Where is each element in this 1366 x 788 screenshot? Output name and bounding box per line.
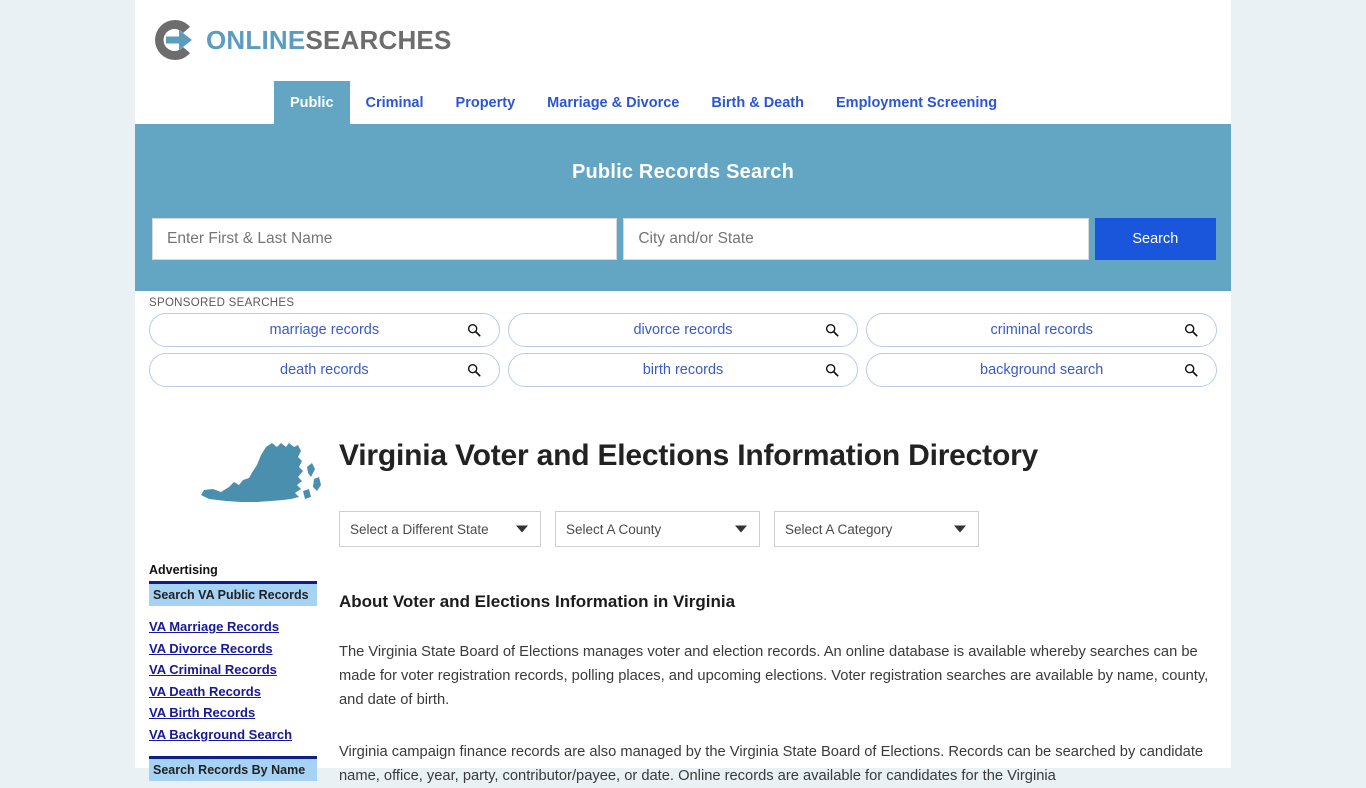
sponsored-pill-criminal-records[interactable]: criminal records <box>866 313 1218 347</box>
select-county-dropdown[interactable]: Select A County <box>555 511 760 547</box>
content-body: Advertising Search VA Public Records VA … <box>135 405 1231 788</box>
main-content: Virginia Voter and Elections Information… <box>325 405 1231 788</box>
page-container: ONLINESEARCHES Public Criminal Property … <box>135 0 1231 784</box>
nav-item-marriage-divorce[interactable]: Marriage & Divorce <box>531 81 695 124</box>
magnifier-icon <box>826 323 839 337</box>
filter-selects: Select a Different State Select A County… <box>339 511 1213 547</box>
logo-word-searches: SEARCHES <box>305 25 452 55</box>
hero-search-banner: Public Records Search Search <box>135 127 1231 291</box>
sponsored-pill-divorce-records[interactable]: divorce records <box>507 313 859 347</box>
select-state-label: Select a Different State <box>350 521 489 537</box>
main-navigation: Public Criminal Property Marriage & Divo… <box>135 81 1231 127</box>
sponsored-pill-label: birth records <box>642 362 724 378</box>
about-paragraph-1: The Virginia State Board of Elections ma… <box>339 644 1209 708</box>
advertising-label: Advertising <box>149 563 218 577</box>
logo-word-online: ONLINE <box>206 25 306 55</box>
sidebar-link-va-birth-records[interactable]: VA Birth Records <box>149 705 317 720</box>
about-paragraph-2: Virginia campaign finance records are al… <box>339 744 1204 784</box>
nav-item-public[interactable]: Public <box>274 81 350 124</box>
page-title: Virginia Voter and Elections Information… <box>339 439 1039 472</box>
select-category-dropdown[interactable]: Select A Category <box>774 511 979 547</box>
sponsored-pill-background-search[interactable]: background search <box>866 353 1218 387</box>
nav-item-property[interactable]: Property <box>440 81 532 124</box>
sidebar-header-search-records-by-name: Search Records By Name <box>149 755 317 781</box>
sponsored-pill-label: divorce records <box>633 322 733 338</box>
sidebar-link-va-criminal-records[interactable]: VA Criminal Records <box>149 662 317 677</box>
sponsored-row-1: marriage records divorce records crimina… <box>135 313 1231 353</box>
magnifier-icon <box>467 323 481 337</box>
sidebar-link-list: VA Marriage Records VA Divorce Records V… <box>149 619 317 742</box>
chevron-down-icon <box>954 525 966 533</box>
magnifier-icon <box>826 363 839 377</box>
sidebar-header-search-va-public-records: Search VA Public Records <box>149 581 317 606</box>
sidebar-link-va-divorce-records[interactable]: VA Divorce Records <box>149 641 317 656</box>
sponsored-pill-label: criminal records <box>990 322 1093 338</box>
sponsored-pill-birth-records[interactable]: birth records <box>507 353 859 387</box>
circle-arrow-logo-icon <box>155 20 192 60</box>
sponsored-searches: SPONSORED SEARCHES marriage records divo… <box>135 291 1231 393</box>
sidebar-link-va-background-search[interactable]: VA Background Search <box>149 727 317 742</box>
logo-wordmark: ONLINESEARCHES <box>206 27 452 53</box>
nav-item-employment-screening[interactable]: Employment Screening <box>820 81 1013 124</box>
chevron-down-icon <box>735 525 747 533</box>
hero-title: Public Records Search <box>571 161 795 183</box>
magnifier-icon <box>1184 323 1198 337</box>
magnifier-icon <box>1184 363 1198 377</box>
hero-search-form: Search <box>152 218 1216 260</box>
virginia-state-map-icon <box>201 443 321 502</box>
sponsored-pill-label: background search <box>980 362 1104 378</box>
sidebar: Advertising Search VA Public Records VA … <box>135 405 325 788</box>
hero-search-button[interactable]: Search <box>1094 218 1216 260</box>
site-logo[interactable]: ONLINESEARCHES <box>152 17 452 63</box>
sponsored-searches-label: SPONSORED SEARCHES <box>149 297 295 309</box>
select-county-label: Select A County <box>566 521 662 537</box>
sponsored-pill-marriage-records[interactable]: marriage records <box>149 313 500 347</box>
nav-item-criminal[interactable]: Criminal <box>350 81 440 124</box>
sidebar-link-va-death-records[interactable]: VA Death Records <box>149 684 317 699</box>
magnifier-icon <box>467 363 481 377</box>
city-state-search-input[interactable] <box>623 218 1089 260</box>
sponsored-pill-label: death records <box>280 362 369 378</box>
site-header: ONLINESEARCHES <box>135 0 1231 81</box>
select-state-dropdown[interactable]: Select a Different State <box>339 511 541 547</box>
select-category-label: Select A Category <box>785 521 893 537</box>
about-section-heading: About Voter and Elections Information in… <box>339 592 736 611</box>
sidebar-link-va-marriage-records[interactable]: VA Marriage Records <box>149 619 317 634</box>
name-search-input[interactable] <box>152 218 618 260</box>
sponsored-row-2: death records birth records background s… <box>135 353 1231 393</box>
sponsored-pill-label: marriage records <box>269 322 380 338</box>
sponsored-pill-death-records[interactable]: death records <box>149 353 500 387</box>
chevron-down-icon <box>516 525 528 533</box>
nav-item-birth-death[interactable]: Birth & Death <box>695 81 820 124</box>
